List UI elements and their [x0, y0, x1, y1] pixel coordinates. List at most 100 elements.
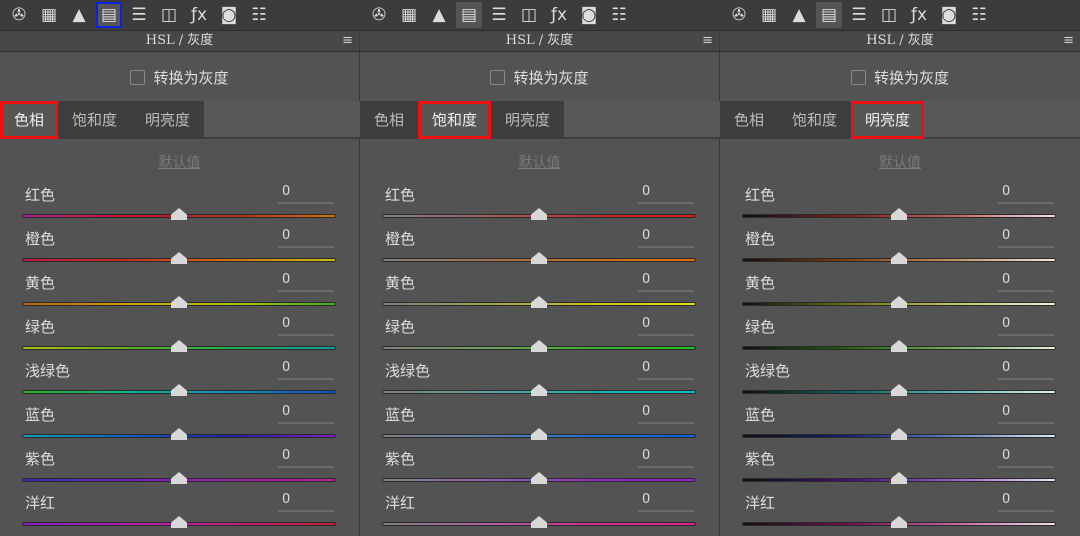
- slider-value-input[interactable]: 0: [998, 404, 1054, 424]
- slider-thumb[interactable]: [891, 428, 907, 440]
- slider-value-input[interactable]: 0: [638, 404, 694, 424]
- slider-value-input[interactable]: 0: [638, 228, 694, 248]
- detail-icon[interactable]: ▲: [66, 2, 92, 28]
- hsl-icon[interactable]: ▤: [96, 2, 122, 28]
- slider-thumb[interactable]: [531, 340, 547, 352]
- slider-thumb[interactable]: [531, 252, 547, 264]
- slider-value-input[interactable]: 0: [998, 184, 1054, 204]
- tab-luminance[interactable]: 明亮度: [131, 101, 204, 139]
- slider-thumb[interactable]: [531, 296, 547, 308]
- presets-icon[interactable]: ☷: [966, 2, 992, 28]
- aperture-icon[interactable]: ✇: [366, 2, 392, 28]
- slider-value-input[interactable]: 0: [278, 360, 334, 380]
- slider-value-input[interactable]: 0: [278, 404, 334, 424]
- slider-thumb[interactable]: [531, 428, 547, 440]
- slider-thumb[interactable]: [531, 384, 547, 396]
- slider-thumb[interactable]: [891, 472, 907, 484]
- slider-value-input[interactable]: 0: [278, 316, 334, 336]
- aperture-icon[interactable]: ✇: [6, 2, 32, 28]
- split-toning-icon[interactable]: ☰: [486, 2, 512, 28]
- convert-grayscale-checkbox[interactable]: 转换为灰度: [720, 67, 1080, 88]
- tone-curve-icon[interactable]: ▦: [756, 2, 782, 28]
- slider-thumb[interactable]: [531, 472, 547, 484]
- split-toning-icon[interactable]: ☰: [846, 2, 872, 28]
- presets-icon[interactable]: ☷: [606, 2, 632, 28]
- slider-value-input[interactable]: 0: [638, 448, 694, 468]
- convert-grayscale-checkbox[interactable]: 转换为灰度: [360, 67, 719, 88]
- split-toning-icon[interactable]: ☰: [126, 2, 152, 28]
- panel-toolbar: ✇ ▦ ▲ ▤ ☰ ◫ ƒx ◙ ☷: [720, 0, 1080, 30]
- checkbox-box[interactable]: [850, 70, 866, 85]
- slider-value-input[interactable]: 0: [278, 492, 334, 512]
- camera-calibration-icon[interactable]: ◙: [576, 2, 602, 28]
- slider-thumb[interactable]: [171, 296, 187, 308]
- checkbox-box[interactable]: [130, 70, 146, 85]
- detail-icon[interactable]: ▲: [786, 2, 812, 28]
- presets-icon[interactable]: ☷: [246, 2, 272, 28]
- fx-icon[interactable]: ƒx: [546, 2, 572, 28]
- tab-saturation[interactable]: 饱和度: [58, 101, 131, 139]
- slider-value-input[interactable]: 0: [998, 448, 1054, 468]
- camera-calibration-icon[interactable]: ◙: [936, 2, 962, 28]
- slider-thumb[interactable]: [891, 208, 907, 220]
- camera-calibration-icon[interactable]: ◙: [216, 2, 242, 28]
- slider-label: 浅绿色: [745, 362, 791, 380]
- convert-grayscale-label: 转换为灰度: [873, 69, 949, 87]
- tab-hue[interactable]: 色相: [720, 101, 778, 139]
- convert-grayscale-checkbox[interactable]: 转换为灰度: [0, 67, 359, 88]
- hsl-icon[interactable]: ▤: [816, 2, 842, 28]
- slider-value-input[interactable]: 0: [998, 272, 1054, 292]
- lens-icon[interactable]: ◫: [516, 2, 542, 28]
- default-link[interactable]: 默认值: [720, 152, 1080, 172]
- slider-thumb[interactable]: [891, 252, 907, 264]
- slider-value-input[interactable]: 0: [278, 184, 334, 204]
- slider-thumb[interactable]: [171, 384, 187, 396]
- slider-thumb[interactable]: [171, 340, 187, 352]
- checkbox-box[interactable]: [490, 70, 506, 85]
- slider-value-input[interactable]: 0: [638, 492, 694, 512]
- aperture-icon[interactable]: ✇: [726, 2, 752, 28]
- fx-icon[interactable]: ƒx: [186, 2, 212, 28]
- slider-value-input[interactable]: 0: [638, 360, 694, 380]
- slider-thumb[interactable]: [891, 516, 907, 528]
- default-link[interactable]: 默认值: [0, 152, 359, 172]
- slider-thumb[interactable]: [171, 252, 187, 264]
- slider-thumb[interactable]: [891, 384, 907, 396]
- hsl-panel: ✇ ▦ ▲ ▤ ☰ ◫ ƒx ◙ ☷ HSL / 灰度 ≡ 转换为灰度 色相 饱和度 明亮度 默认值 红色 0 橙色…: [720, 0, 1080, 536]
- slider-thumb[interactable]: [171, 516, 187, 528]
- lens-icon[interactable]: ◫: [156, 2, 182, 28]
- slider-value-input[interactable]: 0: [638, 272, 694, 292]
- slider-thumb[interactable]: [171, 472, 187, 484]
- hsl-icon[interactable]: ▤: [456, 2, 482, 28]
- slider-value-input[interactable]: 0: [278, 272, 334, 292]
- tab-luminance[interactable]: 明亮度: [491, 101, 564, 139]
- detail-icon[interactable]: ▲: [426, 2, 452, 28]
- slider-thumb[interactable]: [171, 428, 187, 440]
- lens-icon[interactable]: ◫: [876, 2, 902, 28]
- panel-menu-icon[interactable]: ≡: [702, 31, 713, 51]
- fx-icon[interactable]: ƒx: [906, 2, 932, 28]
- slider-thumb[interactable]: [171, 208, 187, 220]
- tab-luminance[interactable]: 明亮度: [851, 101, 925, 139]
- slider-thumb[interactable]: [531, 516, 547, 528]
- panel-menu-icon[interactable]: ≡: [342, 31, 353, 51]
- slider-value-input[interactable]: 0: [278, 448, 334, 468]
- tab-saturation[interactable]: 饱和度: [418, 101, 492, 139]
- slider-thumb[interactable]: [891, 296, 907, 308]
- slider-value-input[interactable]: 0: [278, 228, 334, 248]
- slider-value-input[interactable]: 0: [998, 228, 1054, 248]
- slider-value-input[interactable]: 0: [638, 316, 694, 336]
- tab-saturation[interactable]: 饱和度: [778, 101, 851, 139]
- tab-hue[interactable]: 色相: [0, 101, 59, 139]
- slider-thumb[interactable]: [531, 208, 547, 220]
- slider-value-input[interactable]: 0: [998, 492, 1054, 512]
- slider-value-input[interactable]: 0: [998, 360, 1054, 380]
- panel-menu-icon[interactable]: ≡: [1063, 31, 1074, 51]
- tone-curve-icon[interactable]: ▦: [396, 2, 422, 28]
- slider-value-input[interactable]: 0: [638, 184, 694, 204]
- slider-thumb[interactable]: [891, 340, 907, 352]
- slider-value-input[interactable]: 0: [998, 316, 1054, 336]
- tone-curve-icon[interactable]: ▦: [36, 2, 62, 28]
- default-link[interactable]: 默认值: [360, 152, 719, 172]
- tab-hue[interactable]: 色相: [360, 101, 418, 139]
